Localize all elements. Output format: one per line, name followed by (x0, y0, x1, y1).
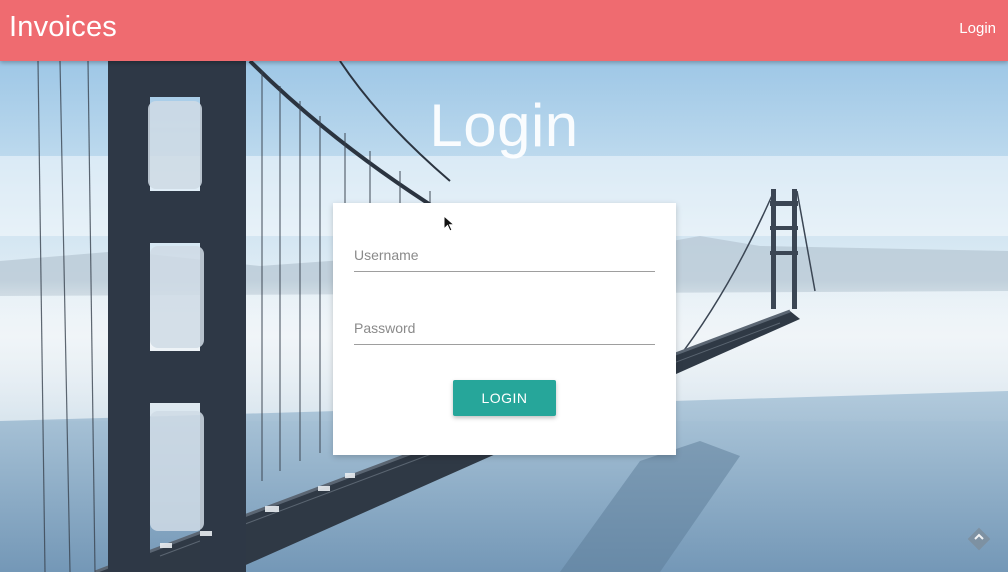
password-field[interactable] (354, 304, 655, 348)
nav-login-link[interactable]: Login (959, 20, 996, 37)
password-input[interactable] (354, 304, 655, 348)
mouse-pointer-icon (443, 215, 455, 232)
login-button[interactable]: LOGIN (453, 380, 556, 416)
username-input[interactable] (354, 231, 655, 275)
diamond-logo-icon (967, 527, 991, 551)
app-title[interactable]: Invoices (9, 11, 117, 44)
app-bar: Invoices Login (0, 0, 1008, 61)
username-field[interactable] (354, 231, 655, 275)
login-card: LOGIN (333, 203, 676, 455)
page: Invoices Login Login Username LOGIN (0, 0, 1008, 572)
page-title: Login (429, 92, 579, 159)
